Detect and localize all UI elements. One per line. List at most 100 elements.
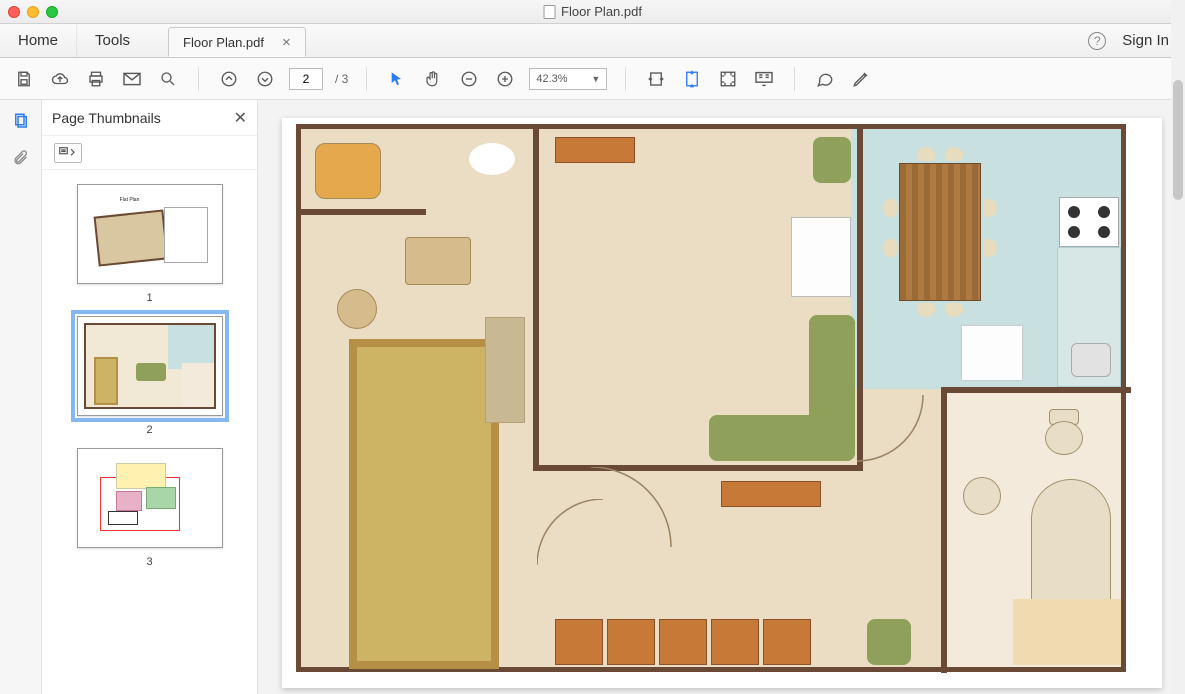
- table: [555, 137, 635, 163]
- thumbnail-item[interactable]: 2: [77, 316, 223, 436]
- toilet: [1045, 409, 1083, 457]
- page-canvas: [282, 118, 1162, 688]
- zoom-select[interactable]: 42.3% ▼: [529, 68, 607, 90]
- wall: [301, 209, 426, 215]
- close-tab-icon[interactable]: ×: [282, 34, 291, 51]
- page-up-icon[interactable]: [217, 67, 241, 91]
- bathroom-sink: [963, 477, 1001, 515]
- tab-document-label: Floor Plan.pdf: [183, 35, 264, 50]
- dining-chair: [917, 303, 935, 317]
- stove: [1059, 197, 1119, 247]
- window-title: Floor Plan.pdf: [561, 4, 642, 19]
- carpet: [349, 339, 499, 669]
- toolbar-separator: [198, 67, 199, 91]
- sign-in-button[interactable]: Sign In: [1122, 32, 1169, 49]
- fridge: [961, 325, 1023, 381]
- cabinet: [763, 619, 811, 665]
- thumbnails-rail-icon[interactable]: [10, 110, 32, 132]
- dining-chair: [917, 147, 935, 161]
- dining-chair: [883, 239, 897, 257]
- dining-chair: [945, 303, 963, 317]
- scrollbar-thumb[interactable]: [1173, 80, 1183, 200]
- armchair: [315, 143, 381, 199]
- close-panel-icon[interactable]: ✕: [234, 108, 247, 128]
- toolbar: / 3 42.3% ▼: [0, 58, 1185, 100]
- thumbnail-list[interactable]: Flat Plan 1 2: [42, 170, 257, 694]
- sectional-sofa: [809, 315, 855, 461]
- page-total-label: / 3: [335, 72, 348, 86]
- scrollbar-track[interactable]: [1171, 0, 1185, 694]
- close-window-button[interactable]: [8, 6, 20, 18]
- tall-cabinet: [485, 317, 525, 423]
- zoom-in-icon[interactable]: [493, 67, 517, 91]
- document-view[interactable]: [258, 100, 1185, 694]
- toolbar-separator: [366, 67, 367, 91]
- fit-width-icon[interactable]: [644, 67, 668, 91]
- dining-chair: [945, 147, 963, 161]
- cloud-upload-icon[interactable]: [48, 67, 72, 91]
- fit-page-icon[interactable]: [680, 67, 704, 91]
- chevron-down-icon: ▼: [591, 74, 600, 84]
- thumbnail-number: 2: [77, 424, 223, 436]
- floor-plan: [296, 124, 1126, 672]
- cabinet: [555, 619, 603, 665]
- wall: [941, 387, 947, 673]
- zoom-out-icon[interactable]: [457, 67, 481, 91]
- hand-tool-icon[interactable]: [421, 67, 445, 91]
- thumbnail-options-button[interactable]: [54, 143, 82, 163]
- window-titlebar: Floor Plan.pdf: [0, 0, 1185, 24]
- thumbnail-item[interactable]: 3: [77, 448, 223, 568]
- print-icon[interactable]: [84, 67, 108, 91]
- highlight-icon[interactable]: [849, 67, 873, 91]
- window-controls: [8, 6, 58, 18]
- tab-document[interactable]: Floor Plan.pdf ×: [168, 27, 306, 57]
- armchair: [813, 137, 851, 183]
- thumbnails-panel: Page Thumbnails ✕ Flat Plan 1: [42, 100, 258, 694]
- cabinet: [659, 619, 707, 665]
- read-mode-icon[interactable]: [752, 67, 776, 91]
- desk: [405, 237, 471, 285]
- save-icon[interactable]: [12, 67, 36, 91]
- coffee-table: [721, 481, 821, 507]
- dining-chair: [983, 239, 997, 257]
- tab-home[interactable]: Home: [0, 24, 77, 57]
- armchair: [867, 619, 911, 665]
- appliance: [791, 217, 851, 297]
- email-icon[interactable]: [120, 67, 144, 91]
- wall: [533, 129, 539, 469]
- minimize-window-button[interactable]: [27, 6, 39, 18]
- tab-bar: Home Tools Floor Plan.pdf × ? Sign In: [0, 24, 1185, 58]
- tab-tools[interactable]: Tools: [77, 24, 148, 57]
- page-number-input[interactable]: [289, 68, 323, 90]
- dining-chair: [883, 199, 897, 217]
- toolbar-separator: [625, 67, 626, 91]
- attachments-rail-icon[interactable]: [10, 146, 32, 168]
- page-down-icon[interactable]: [253, 67, 277, 91]
- search-icon[interactable]: [156, 67, 180, 91]
- toolbar-separator: [794, 67, 795, 91]
- side-rail: [0, 100, 42, 694]
- comment-icon[interactable]: [813, 67, 837, 91]
- cabinet: [711, 619, 759, 665]
- document-icon: [543, 5, 555, 19]
- dining-table: [899, 163, 981, 301]
- thumbnail-number: 3: [77, 556, 223, 568]
- door-swing: [857, 395, 927, 465]
- dining-chair: [983, 199, 997, 217]
- zoom-value: 42.3%: [536, 73, 567, 85]
- oval-table: [469, 143, 515, 175]
- maximize-window-button[interactable]: [46, 6, 58, 18]
- kitchen-sink: [1071, 343, 1111, 377]
- title-center: Floor Plan.pdf: [543, 4, 642, 19]
- bath-mat: [1013, 599, 1121, 665]
- round-chair: [337, 289, 377, 329]
- fullscreen-icon[interactable]: [716, 67, 740, 91]
- thumbnails-title: Page Thumbnails: [52, 110, 161, 126]
- selection-tool-icon[interactable]: [385, 67, 409, 91]
- main-area: Page Thumbnails ✕ Flat Plan 1: [0, 100, 1185, 694]
- thumbnail-item[interactable]: Flat Plan 1: [77, 184, 223, 304]
- thumbnail-number: 1: [77, 292, 223, 304]
- cabinet: [607, 619, 655, 665]
- wall: [941, 387, 1131, 393]
- help-icon[interactable]: ?: [1088, 32, 1106, 50]
